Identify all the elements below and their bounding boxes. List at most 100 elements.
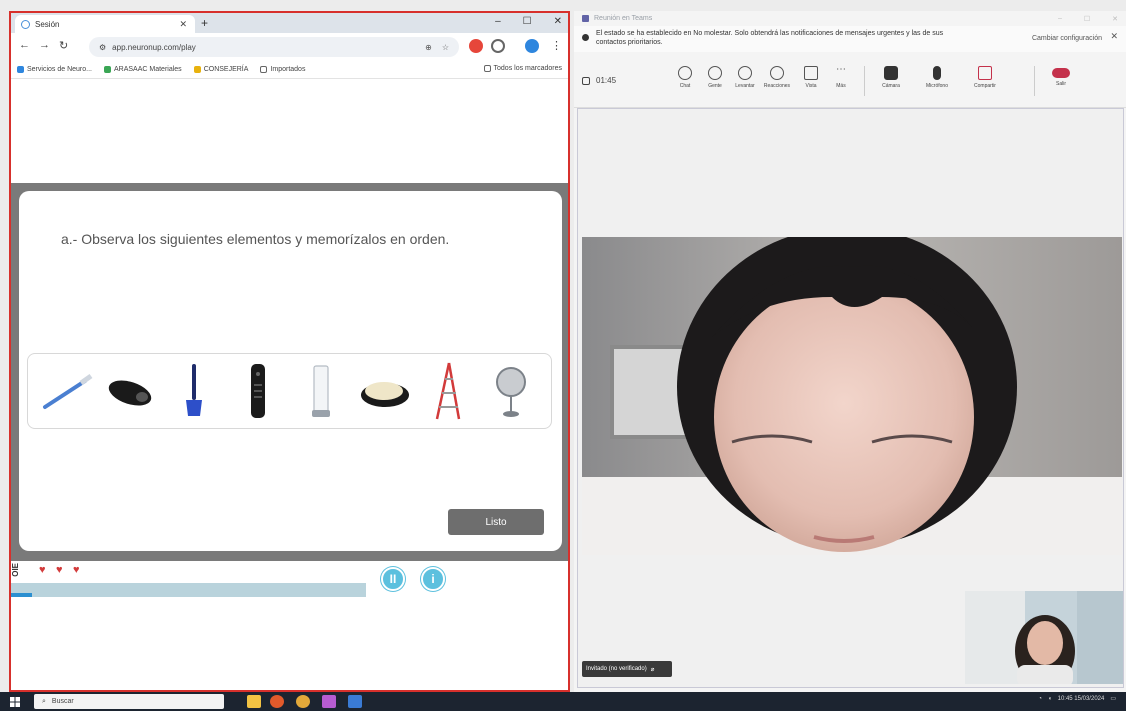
folder-icon xyxy=(483,65,491,72)
browser-tab[interactable]: Sesión ✕ xyxy=(15,15,195,33)
browser-tabstrip: Sesión ✕ + – ☐ ✕ xyxy=(11,13,568,33)
call-minimize-icon[interactable]: – xyxy=(1058,15,1062,23)
extension-puzzle-icon[interactable] xyxy=(491,39,505,53)
call-window-title: Reunión en Teams xyxy=(594,15,653,22)
self-view-video[interactable] xyxy=(965,591,1123,684)
browser-menu-icon[interactable]: ⋮ xyxy=(551,39,562,52)
change-settings-link[interactable]: Cambiar configuración xyxy=(1032,34,1102,43)
all-bookmarks[interactable]: Todos los marcadores xyxy=(483,65,562,72)
item-glass xyxy=(294,360,348,422)
leave-icon xyxy=(1052,68,1070,78)
taskbar-search[interactable]: ⌕ Buscar xyxy=(34,694,224,709)
browser-navbar: ← → ↻ ⚙ app.neuronup.com/play ⊕ ☆ ⋮ xyxy=(11,33,568,61)
back-icon[interactable]: ← xyxy=(19,39,30,51)
pause-button[interactable]: II xyxy=(381,567,405,591)
exercise-instruction: a.- Observa los siguientes elementos y m… xyxy=(61,231,450,247)
toolbar-view[interactable]: Vista xyxy=(794,66,828,89)
file-explorer-icon[interactable] xyxy=(247,695,261,708)
soap-icon xyxy=(360,382,409,407)
dnd-notice: El estado se ha establecido en No molest… xyxy=(574,26,1126,52)
bookmark-item[interactable]: CONSEJERÍA xyxy=(193,66,248,73)
search-icon: ⌕ xyxy=(42,697,46,705)
bookmarks-bar: Servicios de Neuro... ARASAAC Materiales… xyxy=(11,61,568,79)
hud-label: OIE xyxy=(11,563,20,577)
chrome-icon[interactable] xyxy=(296,695,310,708)
item-mirror xyxy=(484,360,538,422)
view-icon xyxy=(804,66,818,80)
ladder-icon xyxy=(435,362,461,420)
browser-window: Sesión ✕ + – ☐ ✕ ← → ↻ ⚙ app.neuronup.co… xyxy=(9,11,570,692)
bookmark-favicon-icon xyxy=(17,66,24,73)
dustpan-brush-icon xyxy=(186,364,203,416)
self-view-frame xyxy=(965,591,1123,684)
item-ladder xyxy=(421,360,475,422)
profile-avatar-icon[interactable] xyxy=(525,39,539,53)
do-not-disturb-icon xyxy=(582,34,589,41)
windows-start-icon[interactable] xyxy=(10,697,20,707)
participant-video xyxy=(582,237,1122,555)
system-tray: ◔ ◖ 10:45 15/03/2024 ▭ xyxy=(1038,695,1116,703)
volume-icon[interactable]: ◖ xyxy=(1048,696,1052,702)
mic-icon xyxy=(933,66,941,80)
address-bar[interactable]: ⚙ app.neuronup.com/play ⊕ ☆ xyxy=(89,37,459,57)
shield-icon xyxy=(582,76,590,85)
heart-icon: ♥ xyxy=(56,564,63,576)
items-strip xyxy=(27,353,552,429)
minimize-icon[interactable]: – xyxy=(495,16,501,27)
forward-icon[interactable]: → xyxy=(39,39,50,51)
bookmark-item[interactable]: Servicios de Neuro... xyxy=(17,66,92,73)
tab-title: Sesión xyxy=(35,19,60,29)
firefox-icon[interactable] xyxy=(270,695,284,708)
desktop: Sesión ✕ + – ☐ ✕ ← → ↻ ⚙ app.neuronup.co… xyxy=(0,0,1126,711)
participant-video-frame xyxy=(582,237,1122,555)
call-stage: Invitado (no verificado) ⌀ xyxy=(577,108,1124,688)
notifications-icon[interactable]: ▭ xyxy=(1110,695,1116,702)
lives-counter: ♥ ♥ ♥ xyxy=(39,564,84,576)
toolbar-leave[interactable]: Salir xyxy=(1044,66,1078,87)
toolbar-reactions[interactable]: Reacciones xyxy=(760,66,794,89)
raise-hand-icon xyxy=(738,66,752,80)
participant-name-tag: Invitado (no verificado) ⌀ xyxy=(582,661,672,677)
people-icon xyxy=(708,66,722,80)
item-soap xyxy=(358,360,412,422)
new-tab-icon[interactable]: + xyxy=(201,16,208,30)
window-controls: – ☐ ✕ xyxy=(495,16,562,27)
share-icon xyxy=(978,66,992,80)
call-toolbar: 01:45 Chat Gente Levantar Reacciones Vis… xyxy=(574,52,1126,108)
bookmark-item[interactable]: ARASAAC Materiales xyxy=(103,66,182,73)
site-info-icon[interactable]: ⚙ xyxy=(99,43,106,52)
toolbar-raise-hand[interactable]: Levantar xyxy=(728,66,762,89)
progress-track xyxy=(11,583,366,597)
heart-icon: ♥ xyxy=(39,564,46,576)
bookmark-folder[interactable]: Importados xyxy=(260,66,305,73)
call-titlebar: Reunión en Teams – ☐ ✕ xyxy=(574,11,1126,26)
extension-icon[interactable] xyxy=(469,39,483,53)
close-window-icon[interactable]: ✕ xyxy=(554,16,562,27)
info-button[interactable]: i xyxy=(421,567,445,591)
toolbar-mic[interactable]: Micrófono xyxy=(920,66,954,89)
toolbar-separator xyxy=(864,66,865,96)
call-maximize-icon[interactable]: ☐ xyxy=(1084,15,1090,23)
done-button[interactable]: Listo xyxy=(448,509,544,535)
tv-remote-icon xyxy=(250,364,265,418)
call-close-icon[interactable]: ✕ xyxy=(1112,15,1118,23)
clock[interactable]: 10:45 15/03/2024 xyxy=(1058,696,1105,702)
bookmark-favicon-icon xyxy=(103,66,111,73)
maximize-icon[interactable]: ☐ xyxy=(523,16,532,27)
toolbar-more[interactable]: ⋯ Más xyxy=(824,65,858,90)
toolbar-chat[interactable]: Chat xyxy=(668,66,702,89)
reload-icon[interactable]: ↻ xyxy=(59,39,68,52)
translate-icon[interactable]: ⊕ xyxy=(425,43,432,52)
teams-icon[interactable] xyxy=(322,695,336,708)
wifi-icon[interactable]: ◔ xyxy=(1038,696,1042,702)
toolbar-people[interactable]: Gente xyxy=(698,66,732,89)
bookmark-star-icon[interactable]: ☆ xyxy=(442,43,449,52)
progress-fill xyxy=(11,593,33,597)
close-tab-icon[interactable]: ✕ xyxy=(179,19,187,30)
outlook-icon[interactable] xyxy=(348,695,362,708)
close-notice-icon[interactable]: ✕ xyxy=(1110,32,1118,41)
hair-clipper-icon xyxy=(108,380,152,406)
toolbar-camera[interactable]: Cámara xyxy=(874,66,908,89)
glass-icon xyxy=(312,365,331,417)
toolbar-share[interactable]: Compartir xyxy=(968,66,1002,89)
